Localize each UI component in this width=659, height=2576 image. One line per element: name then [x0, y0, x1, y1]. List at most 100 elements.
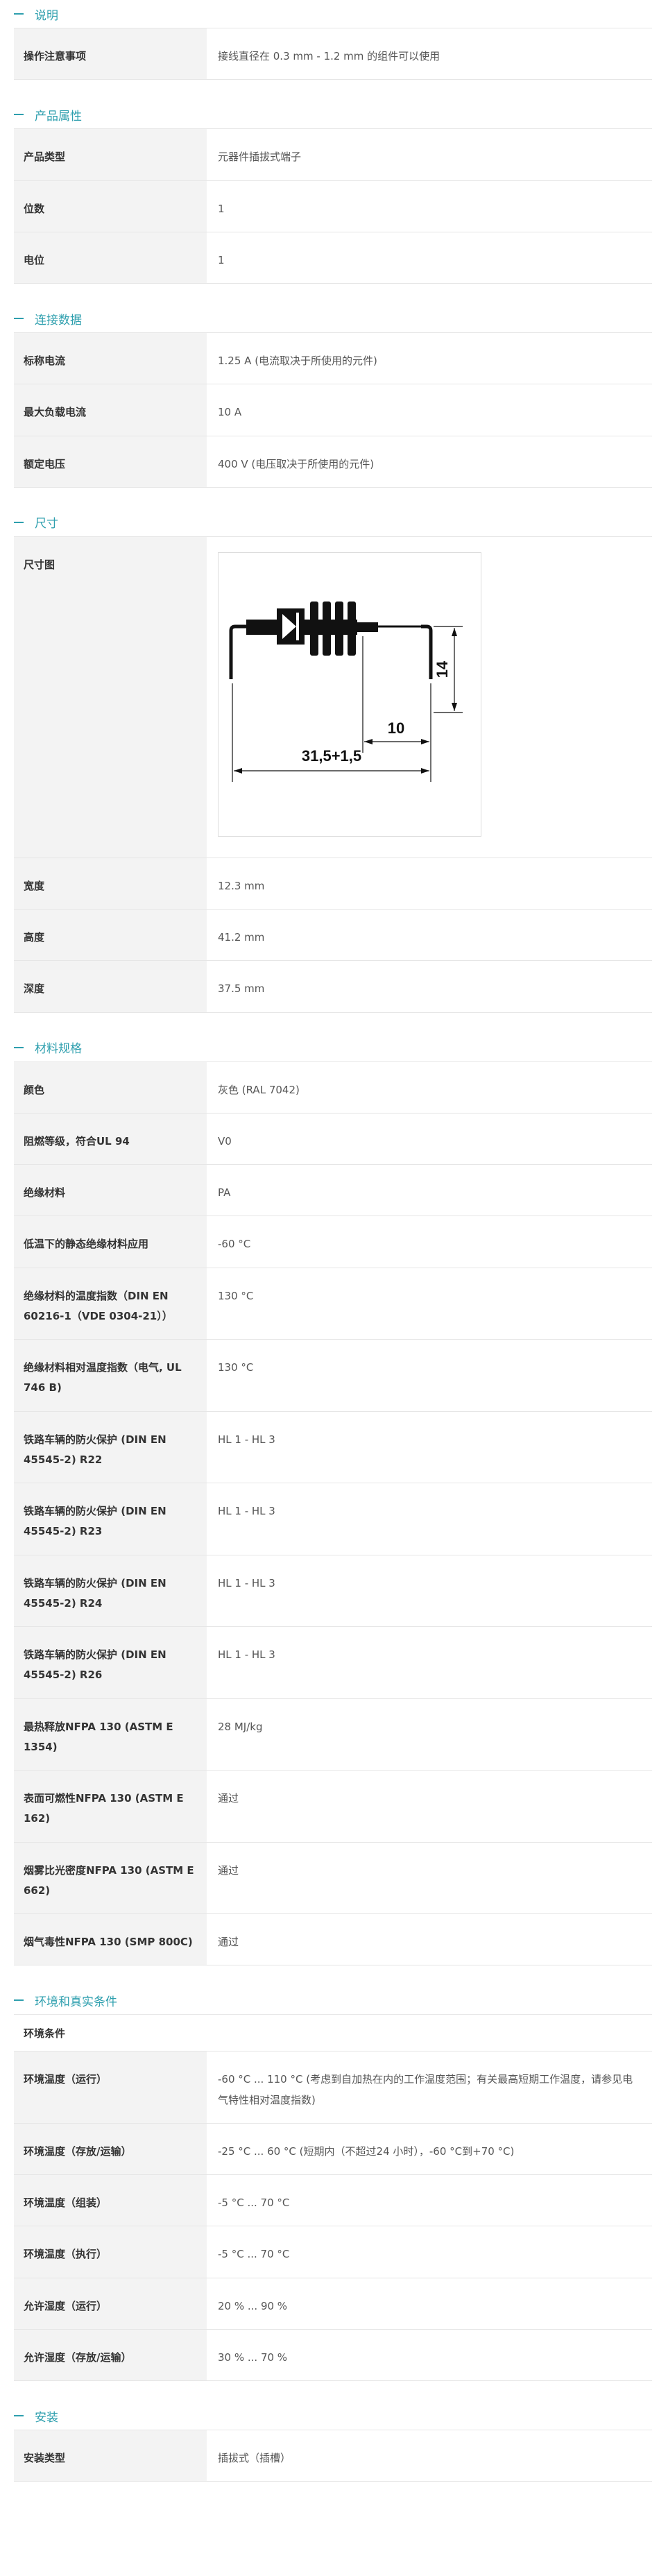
section-connection: 连接数据 标称电流 1.25 A (电流取决于所使用的元件) 最大负载电流 10 A 额定…: [0, 305, 659, 488]
section-header-material[interactable]: 材料规格: [14, 1034, 659, 1061]
section-header-installation[interactable]: 安装: [14, 2402, 659, 2430]
spec-label: 绝缘材料相对温度指数（电气, UL 746 B): [14, 1340, 207, 1411]
spec-value: 28 MJ/kg: [218, 1720, 263, 1733]
spec-value: 130 °C: [218, 1289, 254, 1302]
spec-value: HL 1 - HL 3: [218, 1576, 275, 1589]
spec-value: -5 °C ... 70 °C: [218, 2197, 290, 2209]
spec-value: PA: [218, 1186, 231, 1199]
spec-label: 标称电流: [14, 333, 207, 384]
section-product: 产品属性产品类型 元器件插拔式端子 位数 1 电位 1: [0, 101, 659, 284]
spec-label: 最大负载电流: [14, 384, 207, 436]
spec-row: 高度 41.2 mm: [14, 910, 652, 962]
body-right: [357, 622, 378, 632]
section-title: 尺寸: [35, 517, 58, 531]
diode-bar: [296, 612, 299, 640]
spec-table: 颜色 灰色 (RAL 7042) 阻燃等级，符合UL 94 V0 绝缘材料 PA 低温下的静…: [14, 1061, 652, 1966]
spec-row: 绝缘材料相对温度指数（电气, UL 746 B) 130 °C: [14, 1340, 652, 1412]
spec-value: 10 A: [218, 406, 242, 419]
spec-value: V0: [218, 1134, 232, 1148]
spec-row: 颜色 灰色 (RAL 7042): [14, 1061, 652, 1114]
fin-4: [348, 601, 356, 656]
spec-row: 位数 1: [14, 180, 652, 232]
spec-value: 12.3 mm: [218, 879, 265, 892]
collapse-dash-icon: [14, 13, 24, 15]
collapse-dash-icon: [14, 1999, 24, 2002]
spec-label: 最热释放NFPA 130 (ASTM E 1354): [14, 1698, 207, 1770]
spec-row: 环境温度（执行） -5 °C ... 70 °C: [14, 2226, 652, 2278]
spec-value: HL 1 - HL 3: [218, 1433, 275, 1446]
spec-label: 铁路车辆的防火保护 (DIN EN 45545-2) R22: [14, 1411, 207, 1483]
spec-value: 37.5 mm: [218, 982, 265, 996]
spec-label: 环境温度（执行）: [14, 2226, 207, 2278]
spec-value: 20 % ... 90 %: [218, 2299, 288, 2312]
spec-row: 环境温度（组装） -5 °C ... 70 °C: [14, 2175, 652, 2227]
spec-row: 电位 1: [14, 232, 652, 284]
spec-label: 绝缘材料: [14, 1165, 207, 1216]
spec-table: 安装类型 插拔式（插槽）: [14, 2430, 652, 2482]
section-header-description[interactable]: 说明: [14, 0, 659, 28]
spec-value: 130 °C: [218, 1361, 254, 1374]
spec-row: 绝缘材料 PA: [14, 1165, 652, 1217]
spec-row: 允许湿度（运行） 20 % ... 90 %: [14, 2278, 652, 2330]
spec-value: -60 °C: [218, 1238, 251, 1251]
section-installation: 安装 安装类型 插拔式（插槽）: [0, 2402, 659, 2482]
spec-value: 灰色 (RAL 7042): [218, 1083, 300, 1096]
section-header-product[interactable]: 产品属性: [14, 101, 659, 128]
spec-value: 接线直径在 0.3 mm - 1.2 mm 的组件可以使用: [218, 50, 440, 62]
spec-row: 产品类型 元器件插拔式端子: [14, 129, 652, 181]
spec-value: -5 °C ... 70 °C: [218, 2248, 290, 2261]
spec-label: 安装类型: [14, 2430, 207, 2482]
fin-3: [335, 601, 343, 656]
spec-value: 通过: [218, 1792, 239, 1805]
spec-label: 烟雾比光密度NFPA 130 (ASTM E 662): [14, 1842, 207, 1913]
spec-value: HL 1 - HL 3: [218, 1648, 275, 1661]
dimension-drawing-svg: 31,5+1,5 10 14: [229, 601, 463, 782]
spec-value: 元器件插拔式端子: [218, 151, 302, 164]
section-header-dimensions[interactable]: 尺寸: [14, 509, 659, 536]
section-header-connection[interactable]: 连接数据: [14, 305, 659, 332]
spec-value: 1.25 A (电流取决于所使用的元件): [218, 355, 377, 367]
spec-table: 操作注意事项 接线直径在 0.3 mm - 1.2 mm 的组件可以使用: [14, 28, 652, 80]
spec-row: 铁路车辆的防火保护 (DIN EN 45545-2) R26 HL 1 - HL …: [14, 1627, 652, 1699]
spec-table: 环境条件 环境温度（运行） -60 °C ... 110 °C (考虑到自加热在内的…: [14, 2014, 652, 2381]
spec-label: 深度: [14, 961, 207, 1012]
section-title: 说明: [35, 8, 58, 23]
spec-table: 标称电流 1.25 A (电流取决于所使用的元件) 最大负载电流 10 A 额定电压 40…: [14, 332, 652, 488]
spec-label: 允许湿度（运行）: [14, 2278, 207, 2329]
collapse-dash-icon: [14, 521, 24, 523]
spec-label: 烟气毒性NFPA 130 (SMP 800C): [14, 1914, 207, 1965]
spec-row: 烟雾比光密度NFPA 130 (ASTM E 662) 通过: [14, 1842, 652, 1914]
spec-value: HL 1 - HL 3: [218, 1505, 275, 1517]
section-description: 说明操作注意事项 接线直径在 0.3 mm - 1.2 mm 的组件可以使用: [0, 0, 659, 80]
section-header-environment[interactable]: 环境和真实条件: [14, 1986, 659, 2014]
spec-label: 绝缘材料的温度指数（DIN EN 60216-1（VDE 0304-21））: [14, 1268, 207, 1339]
spec-label: 铁路车辆的防火保护 (DIN EN 45545-2) R26: [14, 1627, 207, 1698]
body-left: [246, 619, 278, 635]
spec-label: 操作注意事项: [14, 28, 207, 80]
spec-label: 阻燃等级，符合UL 94: [14, 1113, 207, 1164]
section-environment: 环境和真实条件 环境条件 环境温度（运行） -60 °C ... 110 °C (考虑…: [0, 1986, 659, 2381]
fin-1: [310, 601, 318, 656]
dim-gap-label: 10: [388, 719, 404, 737]
collapse-dash-icon: [14, 1046, 24, 1048]
terminal-lead-right: [421, 624, 433, 679]
collapse-dash-icon: [14, 318, 24, 319]
spec-row: 宽度 12.3 mm: [14, 858, 652, 910]
spec-value: 插拔式（插槽）: [218, 2452, 291, 2464]
spec-label: 颜色: [14, 1061, 207, 1113]
collapse-dash-icon: [14, 2415, 24, 2416]
spec-label: 宽度: [14, 858, 207, 909]
spec-row: 允许湿度（存放/运输） 30 % ... 70 %: [14, 2329, 652, 2381]
spec-row: 安装类型 插拔式（插槽）: [14, 2430, 652, 2482]
spec-label: 位数: [14, 180, 207, 232]
spec-label: 环境温度（存放/运输）: [14, 2123, 207, 2174]
spec-label: 低温下的静态绝缘材料应用: [14, 1216, 207, 1268]
spec-row: 额定电压 400 V (电压取决于所使用的元件): [14, 436, 652, 488]
spec-row: 环境温度（存放/运输） -25 °C ... 60 °C (短期内（不超过24 小…: [14, 2123, 652, 2175]
section-title: 产品属性: [35, 109, 82, 123]
spec-label: 电位: [14, 232, 207, 283]
spec-label: 铁路车辆的防火保护 (DIN EN 45545-2) R23: [14, 1483, 207, 1555]
spec-label: 尺寸图: [14, 536, 207, 858]
spec-table: 产品类型 元器件插拔式端子 位数 1 电位 1: [14, 128, 652, 284]
spec-row: 最大负载电流 10 A: [14, 384, 652, 436]
